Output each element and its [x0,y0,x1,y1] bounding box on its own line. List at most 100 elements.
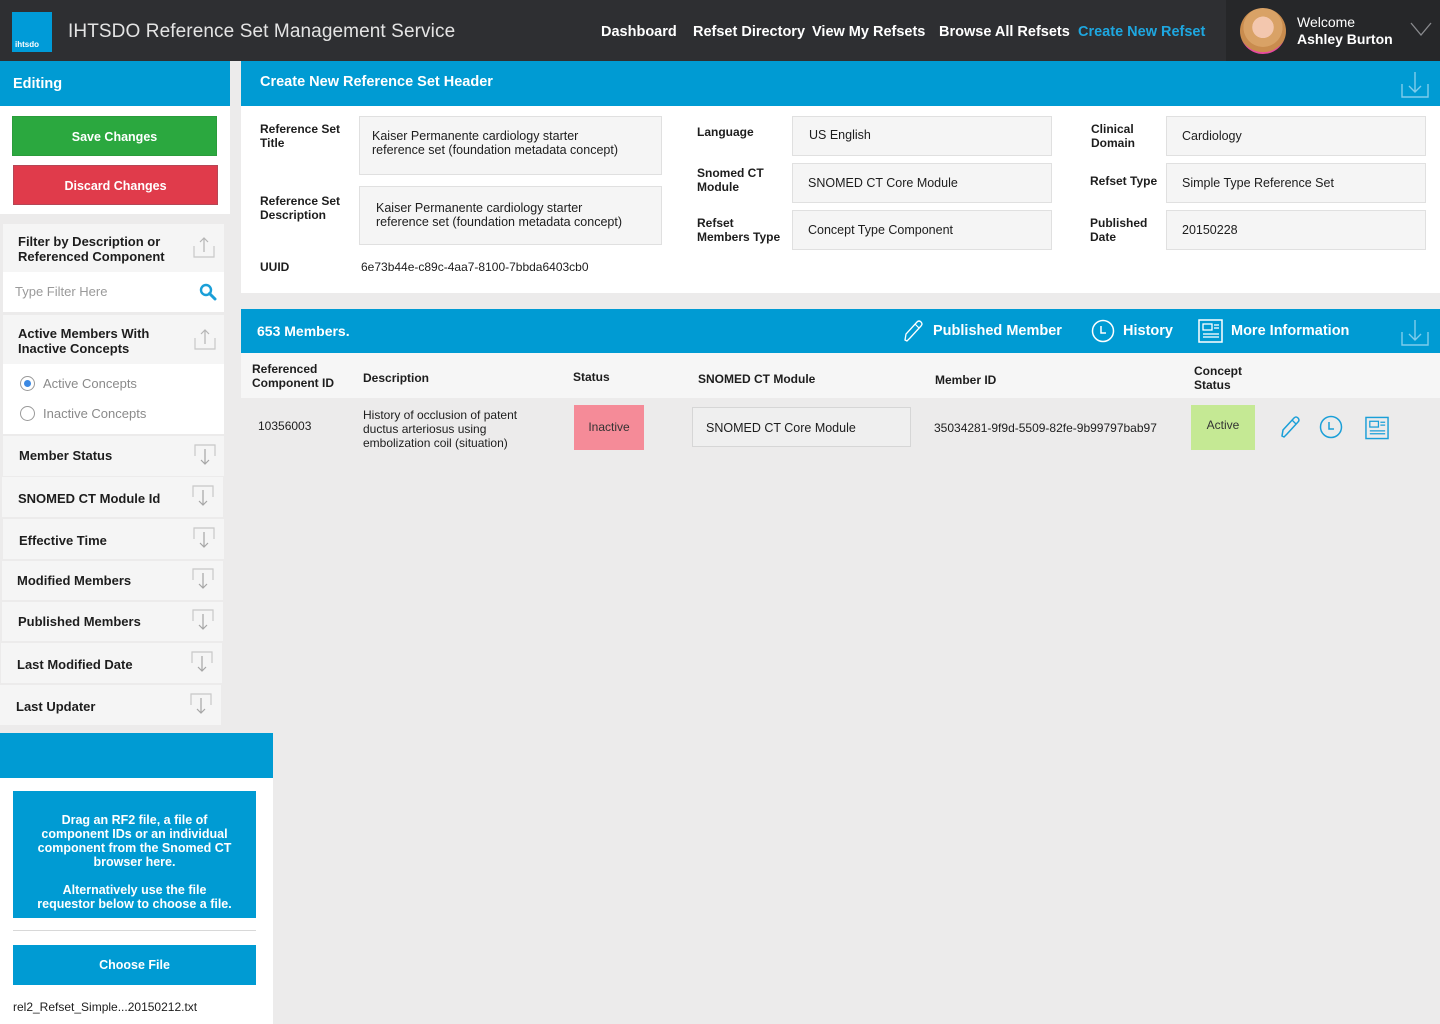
member-id-cell: 35034281-9f9d-5509-82fe-9b99797bab97 [934,421,1157,435]
drop-alternative: Alternatively use the file requestor bel… [37,883,232,911]
description-label: Reference Set Description [260,194,341,222]
filter-input[interactable] [15,280,185,302]
module-field[interactable]: SNOMED CT Core Module [792,163,1052,203]
column-header-status[interactable]: Status [573,370,610,384]
filter-description-title: Filter by Description or Referenced Comp… [18,234,165,264]
table-row[interactable]: 10356003 History of occlusion of patent … [241,398,1440,460]
file-drop-zone[interactable]: Drag an RF2 file, a file of component ID… [13,791,256,918]
radio-label: Inactive Concepts [43,406,147,421]
published-date-label: Published Date [1090,216,1148,244]
upload-header [0,733,273,778]
nav-browse-all-refsets[interactable]: Browse All Refsets [939,24,1070,40]
drop-instructions: Drag an RF2 file, a file of component ID… [37,813,232,869]
radio-inactive-concepts[interactable]: Inactive Concepts [20,406,146,421]
section-effective-time[interactable]: Effective Time [3,519,224,559]
more-information-action[interactable]: More Information [1198,319,1349,343]
language-label: Language [697,125,754,139]
section-modified-members[interactable]: Modified Members [2,561,223,600]
expand-down-icon[interactable] [192,609,214,631]
column-header-concept-status[interactable]: Concept Status [1194,364,1254,392]
members-bar: 653 Members. Published Member History Mo… [241,309,1440,353]
members-type-field[interactable]: Concept Type Component [792,210,1052,250]
radio-button[interactable] [20,406,35,421]
description-cell: History of occlusion of patent ductus ar… [363,408,518,450]
user-menu[interactable]: Welcome Ashley Burton [1226,0,1440,61]
more-information-label: More Information [1231,323,1350,339]
clock-icon [1091,319,1115,343]
section-snomed-module-id[interactable]: SNOMED CT Module Id [2,477,223,517]
clock-icon[interactable] [1319,415,1343,439]
section-label: Member Status [19,448,113,463]
column-header-description[interactable]: Description [363,371,429,385]
active-members-section[interactable]: Active Members With Inactive Concepts [3,315,224,364]
column-header-component-id[interactable]: Referenced Component ID [252,362,342,390]
title-label: Reference Set Title [260,122,341,150]
collapse-up-icon[interactable] [194,328,216,350]
refset-header-bar: Create New Reference Set Header [241,61,1440,106]
nav-dashboard[interactable]: Dashboard [601,24,677,40]
radio-active-concepts[interactable]: Active Concepts [20,376,137,391]
uuid-value: 6e73b44e-c89c-4aa7-8100-7bbda6403cb0 [361,260,589,274]
filter-description-section[interactable]: Filter by Description or Referenced Comp… [3,224,224,272]
user-avatar [1240,8,1286,54]
module-cell[interactable]: SNOMED CT Core Module [692,407,911,447]
info-card-icon[interactable] [1365,416,1389,440]
nav-create-new-refset[interactable]: Create New Refset [1078,24,1205,40]
expand-down-icon[interactable] [190,693,212,715]
radio-label: Active Concepts [43,376,137,391]
expand-down-icon[interactable] [192,485,214,507]
history-label: History [1123,323,1173,339]
search-icon[interactable] [199,283,217,301]
save-changes-button[interactable]: Save Changes [12,116,217,156]
concept-status-badge-active: Active [1191,405,1255,450]
published-date-field[interactable]: 20150228 [1166,210,1426,250]
welcome-text: Welcome [1297,14,1356,30]
chevron-down-icon[interactable] [1410,22,1432,36]
section-label: Published Members [18,614,141,629]
user-name: Ashley Burton [1297,31,1393,47]
expand-down-icon[interactable] [192,568,214,590]
pencil-icon[interactable] [1279,415,1303,439]
nav-refset-directory[interactable]: Refset Directory [693,24,805,40]
section-last-modified-date[interactable]: Last Modified Date [1,643,222,683]
refset-header-title: Create New Reference Set Header [260,74,493,90]
section-member-status[interactable]: Member Status [3,436,224,476]
section-last-updater[interactable]: Last Updater [0,685,221,725]
refset-type-label: Refset Type [1090,174,1158,188]
download-icon[interactable] [1401,318,1429,346]
pencil-icon [904,320,923,342]
expand-down-icon[interactable] [191,651,213,673]
clinical-domain-label: Clinical Domain [1091,122,1136,150]
history-action[interactable]: History [1091,319,1173,343]
column-header-member-id[interactable]: Member ID [935,373,996,387]
radio-button-selected[interactable] [20,376,35,391]
section-label: Last Updater [16,699,96,714]
clinical-domain-field[interactable]: Cardiology [1166,116,1426,156]
description-field[interactable]: Kaiser Permanente cardiology starter ref… [359,186,662,245]
active-members-title: Active Members With Inactive Concepts [18,326,150,356]
download-icon[interactable] [1401,70,1429,98]
expand-down-icon[interactable] [193,527,215,549]
collapse-up-icon[interactable] [193,236,215,258]
section-label: SNOMED CT Module Id [18,491,161,506]
divider [13,930,256,931]
language-field[interactable]: US English [792,116,1052,156]
column-header-module[interactable]: SNOMED CT Module [698,372,815,386]
published-member-action[interactable]: Published Member [903,319,1062,343]
section-published-members[interactable]: Published Members [2,602,223,641]
status-badge-inactive: Inactive [574,405,644,450]
expand-down-icon[interactable] [194,444,216,466]
uuid-label: UUID [260,260,290,274]
info-card-icon [1198,319,1223,343]
choose-file-button[interactable]: Choose File [13,945,256,985]
editing-header: Editing [0,61,230,106]
top-nav-bar: ihtsdo IHTSDO Reference Set Management S… [0,0,1440,61]
nav-view-my-refsets[interactable]: View My Refsets [812,24,925,40]
members-count: 653 Members. [257,323,350,339]
section-label: Last Modified Date [17,657,133,672]
editing-panel: Save Changes Discard Changes [0,106,230,214]
title-field[interactable]: Kaiser Permanente cardiology starter ref… [359,116,662,175]
discard-changes-button[interactable]: Discard Changes [13,165,218,205]
refset-type-field[interactable]: Simple Type Reference Set [1166,163,1426,203]
ihtsdo-logo[interactable]: ihtsdo [12,12,52,52]
